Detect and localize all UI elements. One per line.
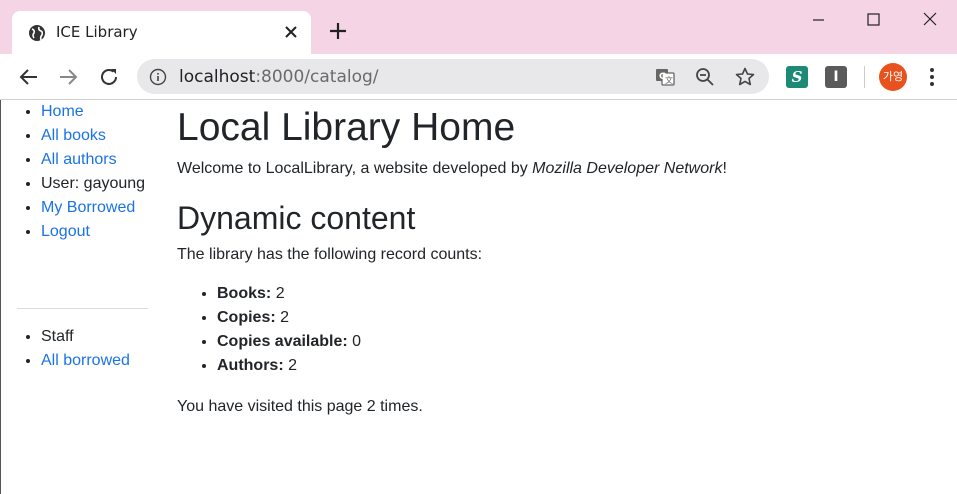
back-arrow-icon[interactable] — [17, 65, 41, 89]
count-item-copies-available: Copies available: 0 — [217, 330, 361, 354]
extension-s-icon[interactable]: S — [786, 66, 808, 88]
welcome-text: Welcome to LocalLibrary, a website devel… — [177, 158, 727, 180]
count-value: 2 — [280, 309, 290, 326]
count-label: Authors: — [217, 357, 284, 374]
record-counts-list: Books: 2 Copies: 2 Copies available: 0 A… — [177, 282, 361, 378]
count-item-copies: Copies: 2 — [217, 306, 361, 330]
sidebar-link-my-borrowed[interactable]: My Borrowed — [41, 199, 135, 216]
section-title: Dynamic content — [177, 200, 416, 236]
window-close-icon[interactable] — [916, 6, 944, 34]
count-label: Copies: — [217, 309, 276, 326]
count-item-authors: Authors: 2 — [217, 354, 361, 378]
count-label: Copies available: — [217, 333, 348, 350]
translate-icon[interactable]: G 文 — [655, 67, 675, 87]
browser-titlebar: ICE Library — [0, 0, 957, 54]
tab-title: ICE Library — [56, 23, 138, 41]
sidebar-link-all-books[interactable]: All books — [41, 127, 106, 144]
reload-icon[interactable] — [97, 65, 121, 89]
count-label: Books: — [217, 285, 272, 302]
extension-i-icon[interactable]: I — [825, 66, 847, 88]
sidebar-staff-label: Staff — [41, 328, 74, 345]
maximize-icon[interactable] — [859, 6, 887, 34]
count-value: 2 — [275, 285, 285, 302]
welcome-prefix: Welcome to LocalLibrary, a website devel… — [177, 160, 533, 177]
count-value: 0 — [352, 333, 362, 350]
minimize-icon[interactable] — [804, 6, 832, 34]
page-viewport: Home All books All authors User: gayoung… — [0, 100, 957, 494]
profile-avatar[interactable]: 가영 — [879, 63, 907, 91]
count-value: 2 — [288, 357, 298, 374]
visit-count-text: You have visited this page 2 times. — [177, 398, 423, 415]
sidebar-item-all-books[interactable]: All books — [41, 124, 145, 148]
zoom-out-icon[interactable] — [695, 67, 715, 87]
forward-arrow-icon[interactable] — [56, 65, 80, 89]
sidebar-item-logout[interactable]: Logout — [41, 220, 145, 244]
sidebar-link-logout[interactable]: Logout — [41, 223, 90, 240]
url-text[interactable]: localhost:8000/catalog/ — [179, 67, 379, 87]
browser-toolbar: localhost:8000/catalog/ G 文 S I 가영 — [0, 54, 957, 100]
plus-icon[interactable] — [327, 20, 349, 42]
sidebar-item-my-borrowed[interactable]: My Borrowed — [41, 196, 145, 220]
sidebar-list: Home All books All authors User: gayoung… — [1, 100, 145, 244]
welcome-suffix: ! — [722, 160, 727, 177]
sidebar-link-all-borrowed[interactable]: All borrowed — [41, 352, 130, 369]
info-icon[interactable] — [149, 68, 167, 86]
browser-tab[interactable]: ICE Library — [12, 11, 311, 54]
sidebar-item-all-authors[interactable]: All authors — [41, 148, 145, 172]
page-title: Local Library Home — [177, 106, 516, 149]
url-host: localhost — [179, 67, 256, 87]
sidebar-user-label: User: gayoung — [41, 175, 146, 192]
count-item-books: Books: 2 — [217, 282, 361, 306]
address-bar[interactable]: localhost:8000/catalog/ G 文 — [137, 59, 769, 94]
url-path: :8000/catalog/ — [255, 67, 379, 87]
close-icon[interactable] — [282, 23, 300, 41]
sidebar-item-staff: Staff — [41, 325, 130, 349]
sidebar-link-all-authors[interactable]: All authors — [41, 151, 117, 168]
globe-icon — [29, 25, 45, 41]
sidebar-item-user: User: gayoung — [41, 172, 145, 196]
welcome-developer: Mozilla Developer Network — [532, 160, 723, 177]
star-icon[interactable] — [735, 67, 755, 87]
sidebar-staff-list: Staff All borrowed — [1, 325, 130, 373]
svg-text:文: 文 — [665, 75, 673, 85]
sidebar-item-all-borrowed[interactable]: All borrowed — [41, 349, 130, 373]
sidebar-item-home[interactable]: Home — [41, 100, 145, 124]
sidebar-link-home[interactable]: Home — [41, 103, 84, 120]
sidebar-divider — [17, 308, 148, 309]
toolbar-divider — [864, 66, 865, 88]
counts-intro: The library has the following record cou… — [177, 246, 483, 263]
kebab-menu-icon[interactable] — [922, 65, 942, 89]
